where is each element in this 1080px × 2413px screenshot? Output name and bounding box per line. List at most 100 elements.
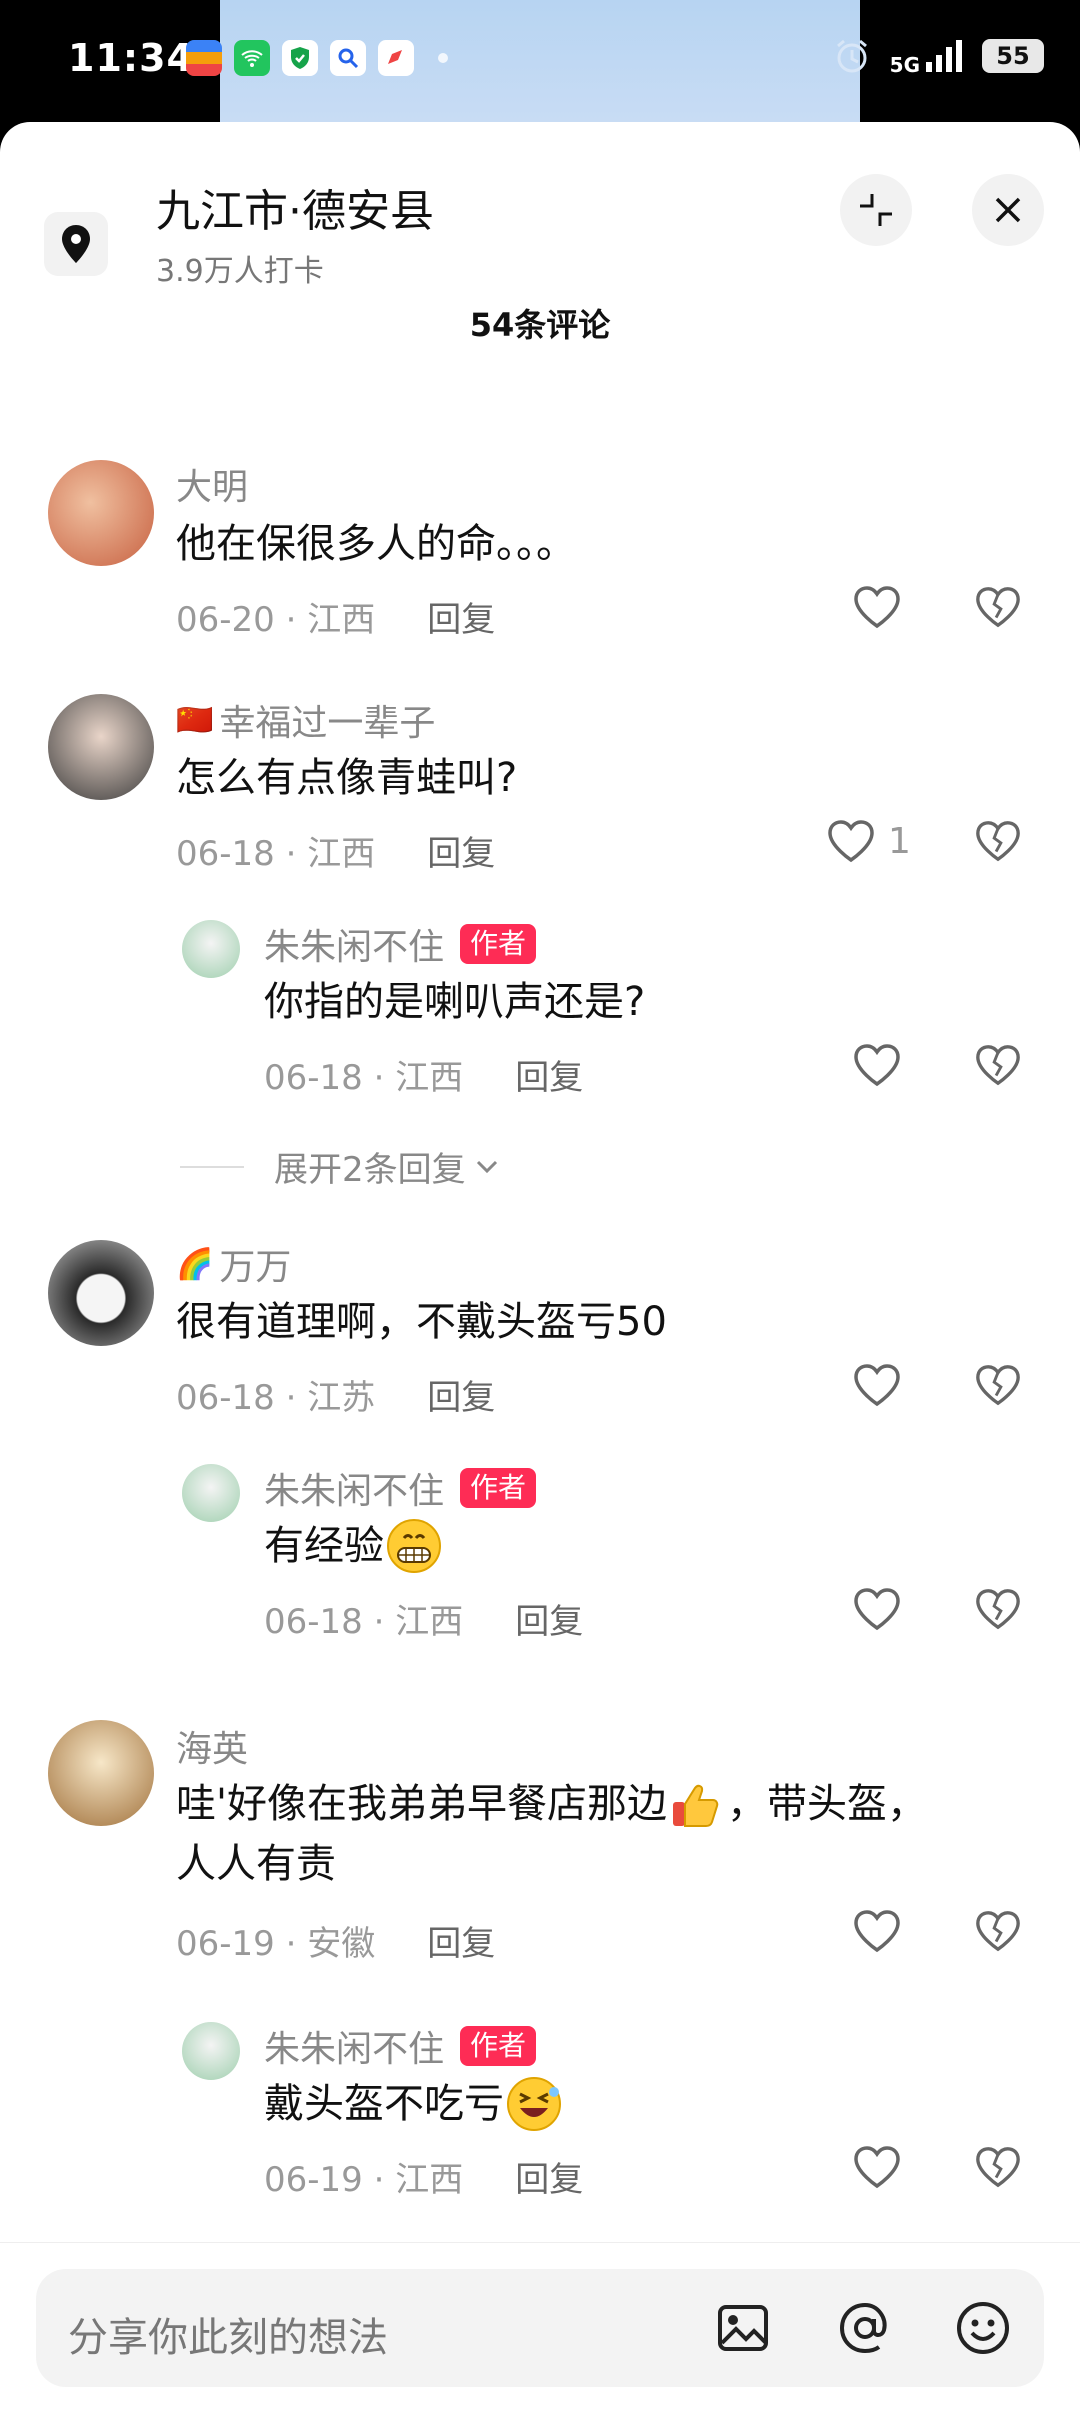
expand-replies-button[interactable]: 展开2条回复 [180, 1142, 504, 1191]
reply-username-row[interactable]: 朱朱闲不住 作者 [264, 2020, 537, 2072]
reply-text: 你指的是喇叭声还是? [264, 979, 646, 1025]
broken-heart-icon [976, 2147, 1020, 2188]
comment-text-line1: 哇'好像在我弟弟早餐店那边 ，带头盔， [176, 1774, 927, 1834]
more-notifications-dot [438, 53, 448, 63]
reply-username[interactable]: 朱朱闲不住 [264, 918, 444, 970]
status-bar: 11:34 5G 55 [0, 0, 1080, 122]
reply-username-row[interactable]: 朱朱闲不住 作者 [264, 1462, 537, 1514]
battery-indicator: 55 [982, 39, 1044, 73]
dislike-button[interactable] [974, 1042, 1022, 1092]
reply-date-region: 06-18 · 江西 [264, 1602, 464, 1642]
author-badge: 作者 [460, 1468, 537, 1508]
mention-icon[interactable] [836, 2299, 894, 2357]
like-button[interactable] [852, 1908, 902, 1954]
comment-text-tail: ，带头盔， [727, 1781, 927, 1827]
like-button[interactable]: 1 [826, 818, 911, 864]
comment-username[interactable]: 海英 [176, 1720, 248, 1772]
collapse-icon [860, 194, 892, 226]
user-flag: 🇨🇳 [176, 702, 214, 738]
like-button[interactable] [852, 2144, 902, 2190]
reply-button[interactable]: 回复 [515, 2160, 583, 2200]
dislike-button[interactable] [974, 584, 1022, 634]
heart-icon [854, 586, 900, 629]
location-header[interactable]: 九江市·德安县 3.9万人打卡 [44, 182, 434, 290]
reply-username[interactable]: 朱朱闲不住 [264, 1462, 444, 1514]
reply-avatar[interactable] [182, 920, 240, 978]
close-icon [995, 197, 1021, 223]
heart-icon [854, 1044, 900, 1087]
comment-username-row[interactable]: 🌈 万万 [176, 1238, 291, 1290]
comment-text: 他在保很多人的命。。。 [176, 521, 576, 567]
emoji-picker-icon[interactable] [954, 2299, 1012, 2357]
laughing-wink-emoji-icon [507, 2077, 561, 2131]
avatar[interactable] [48, 694, 154, 800]
comment-input-placeholder: 分享你此刻的想法 [68, 2315, 388, 2361]
comment-meta: 06-18 · 江苏 回复 [176, 1370, 495, 1419]
comment-username[interactable]: 大明 [176, 458, 248, 510]
status-right: 5G 55 [832, 36, 1044, 76]
comment-input[interactable]: 分享你此刻的想法 [36, 2269, 1044, 2387]
compass-app-icon [378, 40, 414, 76]
wallet-icon [186, 40, 222, 76]
signal-icon [926, 40, 962, 72]
location-title: 九江市·德安县 [156, 186, 434, 237]
comment-username-row[interactable]: 🇨🇳 幸福过一辈子 [176, 694, 435, 746]
comment-text: 哇'好像在我弟弟早餐店那边 [176, 1781, 667, 1827]
reply-username[interactable]: 朱朱闲不住 [264, 2020, 444, 2072]
notification-icons [186, 40, 448, 76]
avatar[interactable] [48, 460, 154, 566]
user-flag: 🌈 [176, 1246, 214, 1282]
image-picker-icon[interactable] [714, 2299, 772, 2357]
heart-icon [854, 1910, 900, 1953]
comment-date-region: 06-18 · 江苏 [176, 1378, 376, 1418]
comment-text-line2: 人人有责 [176, 1841, 336, 1887]
reply-button[interactable]: 回复 [427, 834, 495, 874]
broken-heart-icon [976, 821, 1020, 862]
like-button[interactable] [852, 1586, 902, 1632]
location-pin-icon [44, 212, 108, 276]
collapse-button[interactable] [840, 174, 912, 246]
status-time: 11:34 [68, 36, 194, 80]
dislike-button[interactable] [974, 1586, 1022, 1636]
broken-heart-icon [976, 1365, 1020, 1406]
reply-button[interactable]: 回复 [515, 1602, 583, 1642]
reply-button[interactable]: 回复 [427, 600, 495, 640]
expand-replies-label: 展开2条回复 [274, 1150, 466, 1190]
comment-count: 54条评论 [469, 306, 611, 344]
dislike-button[interactable] [974, 818, 1022, 868]
comment-date-region: 06-18 · 江西 [176, 834, 376, 874]
dislike-button[interactable] [974, 1908, 1022, 1958]
grinning-emoji-icon [387, 1519, 441, 1573]
broken-heart-icon [976, 1589, 1020, 1630]
reply-text-row: 戴头盔不吃亏 [264, 2074, 564, 2134]
close-button[interactable] [972, 174, 1044, 246]
reply-avatar[interactable] [182, 1464, 240, 1522]
comment-meta: 06-18 · 江西 回复 [176, 826, 495, 875]
search-app-icon [330, 40, 366, 76]
author-badge: 作者 [460, 2026, 537, 2066]
reply-date-region: 06-19 · 江西 [264, 2160, 464, 2200]
like-button[interactable] [852, 584, 902, 630]
reply-username-row[interactable]: 朱朱闲不住 作者 [264, 918, 537, 970]
like-button[interactable] [852, 1042, 902, 1088]
wifi-app-icon [234, 40, 270, 76]
broken-heart-icon [976, 1045, 1020, 1086]
reply-button[interactable]: 回复 [427, 1924, 495, 1964]
comment-meta: 06-20 · 江西 回复 [176, 592, 495, 641]
reply-avatar[interactable] [182, 2022, 240, 2080]
chevron-down-icon [476, 1160, 497, 1173]
avatar[interactable] [48, 1720, 154, 1826]
avatar[interactable] [48, 1240, 154, 1346]
dislike-button[interactable] [974, 2144, 1022, 2194]
dislike-button[interactable] [974, 1362, 1022, 1412]
reply-text: 有经验 [264, 1523, 384, 1569]
like-button[interactable] [852, 1362, 902, 1408]
reply-meta: 06-18 · 江西 回复 [264, 1050, 583, 1099]
expand-divider [180, 1165, 244, 1168]
reply-button[interactable]: 回复 [515, 1058, 583, 1098]
comment-username[interactable]: 幸福过一辈子 [219, 694, 435, 746]
heart-icon [854, 1364, 900, 1407]
comment-username[interactable]: 万万 [219, 1238, 291, 1290]
reply-button[interactable]: 回复 [427, 1378, 495, 1418]
network-type: 5G [889, 53, 920, 77]
